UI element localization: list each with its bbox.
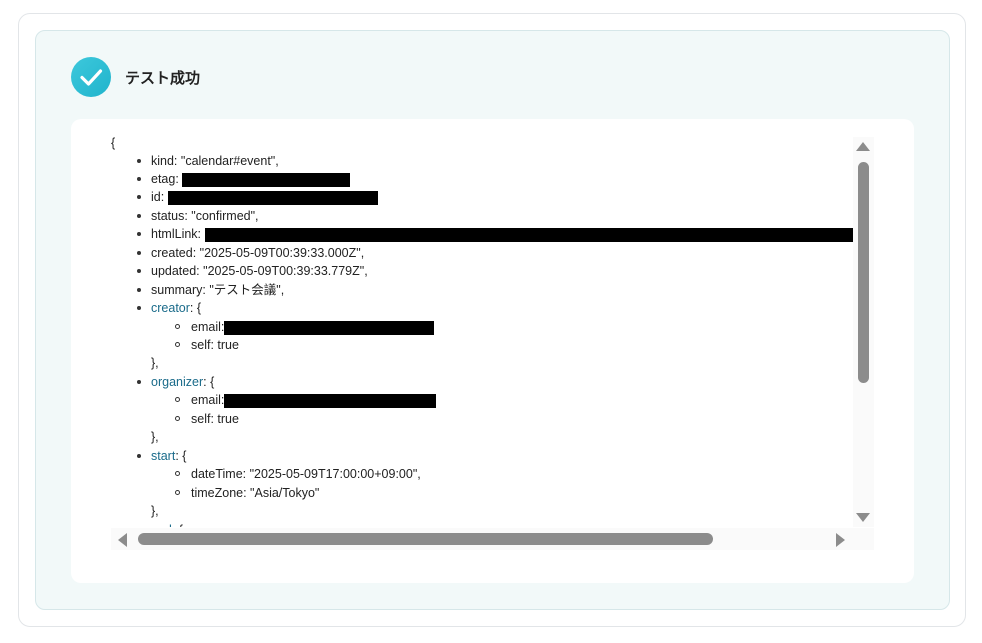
bullet [137,380,141,384]
scroll-up-arrow-icon[interactable] [856,142,870,151]
json-id: id: [151,188,378,206]
bullet [137,214,141,218]
json-creator-email: email: [191,318,435,336]
bullet [175,324,180,329]
json-organizer[interactable]: organizer: { [151,373,214,391]
bullet [175,416,180,421]
bullet [137,269,141,273]
json-start-datetime: dateTime: "2025-05-09T17:00:00+09:00", [191,467,421,481]
test-success-title: テスト成功 [125,70,201,87]
json-creator[interactable]: creator: { [151,299,201,317]
bullet [137,232,141,236]
redacted-block [182,172,351,187]
organizer-key-link[interactable]: organizer [151,375,203,389]
json-end[interactable]: end: { [151,521,183,527]
bullet [137,159,141,163]
json-start-close: }, [151,504,159,518]
json-organizer-self: self: true [191,412,239,426]
redacted-block [167,190,378,205]
start-key-link[interactable]: start [151,449,175,463]
json-start-timezone: timeZone: "Asia/Tokyo" [191,486,320,500]
bullet [137,454,141,458]
json-start[interactable]: start: { [151,447,186,465]
bullet [175,397,180,402]
bullet [175,342,180,347]
bullet [175,490,180,495]
json-creator-close: }, [151,356,159,370]
scroll-left-arrow-icon[interactable] [118,533,127,547]
vertical-scrollbar-thumb[interactable] [858,162,869,383]
scroll-right-arrow-icon[interactable] [836,533,845,547]
json-summary: summary: "テスト会議", [151,283,285,297]
json-etag: etag: [151,170,351,188]
bullet [137,195,141,199]
json-viewer[interactable]: { kind: "calendar#event", etag: id: stat… [111,132,857,527]
json-status: status: "confirmed", [151,209,259,223]
scroll-down-arrow-icon[interactable] [856,513,870,522]
json-creator-self: self: true [191,338,239,352]
json-kind: kind: "calendar#event", [151,154,279,168]
json-organizer-email: email: [191,391,437,409]
horizontal-scrollbar-thumb[interactable] [138,533,713,545]
bullet [137,177,141,181]
json-updated: updated: "2025-05-09T00:39:33.779Z", [151,264,368,278]
json-created: created: "2025-05-09T00:39:33.000Z", [151,246,365,260]
json-open-brace: { [111,136,116,150]
bullet [175,471,180,476]
bullet [137,288,141,292]
success-check-icon [71,57,111,97]
creator-key-link[interactable]: creator [151,301,190,315]
json-organizer-close: }, [151,430,159,444]
redacted-block [224,393,437,408]
bullet [137,306,141,310]
bullet [137,251,141,255]
redacted-block [224,320,435,335]
json-htmllink: htmlLink: [151,225,855,243]
end-key-link[interactable]: end [151,523,172,527]
redacted-block [204,227,855,242]
